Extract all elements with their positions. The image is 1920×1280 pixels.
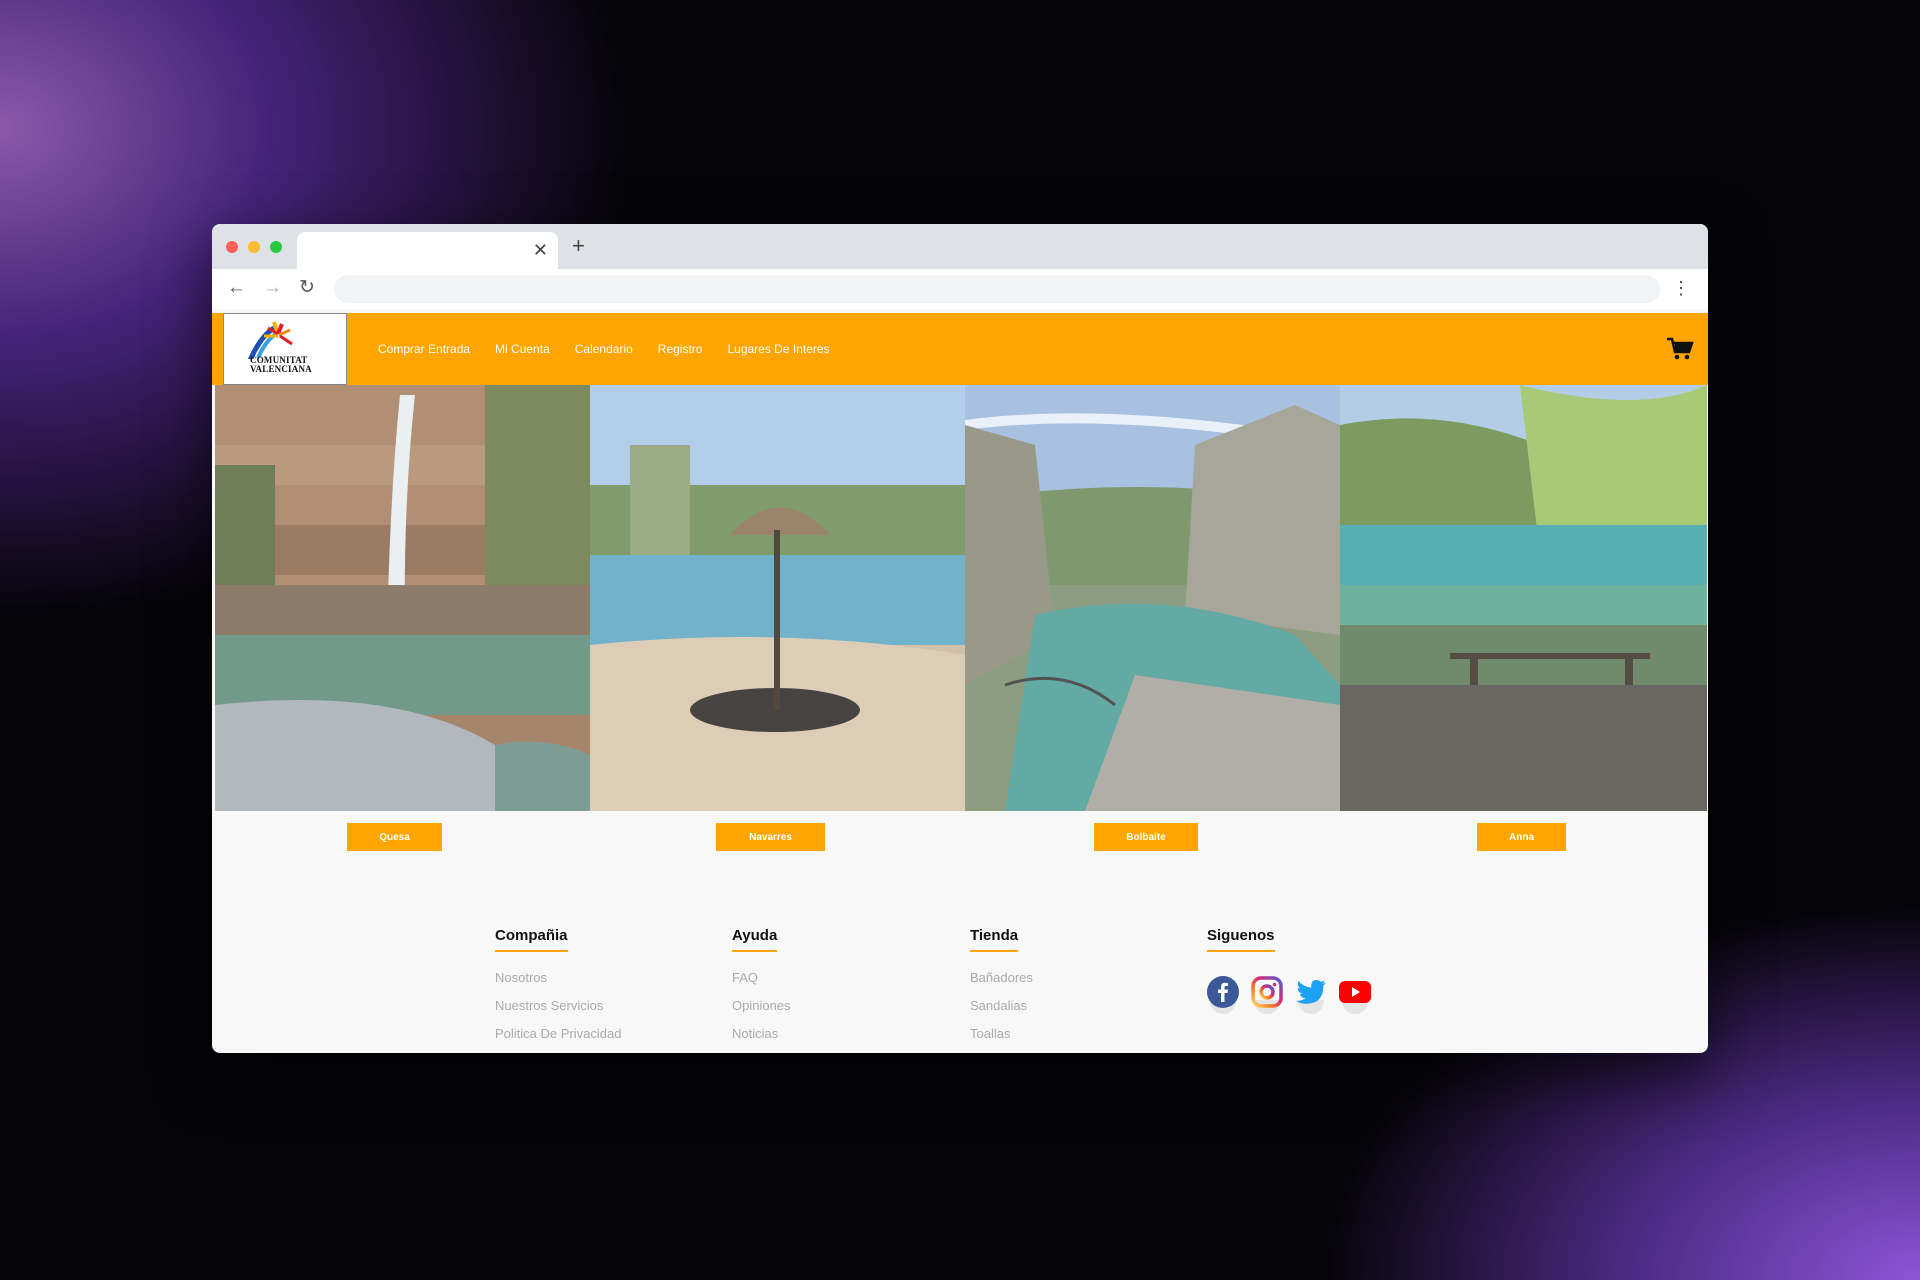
browser-toolbar: ← → ↻ ⋮: [212, 269, 1708, 309]
nav-comprar-entrada[interactable]: Comprar Entrada: [378, 342, 470, 356]
logo[interactable]: COMUNITAT VALENCIANA: [223, 313, 347, 385]
footer-link-banadores[interactable]: Bañadores: [970, 970, 1170, 987]
minimize-window-button[interactable]: [248, 241, 260, 253]
browser-menu-button[interactable]: ⋮: [1672, 276, 1690, 300]
logo-text: COMUNITAT VALENCIANA: [250, 356, 312, 374]
footer-link-opiniones[interactable]: Opiniones: [732, 998, 932, 1015]
instagram-icon[interactable]: [1251, 976, 1283, 1022]
browser-tab[interactable]: ✕: [297, 232, 558, 269]
photo-navarres-beach[interactable]: [590, 385, 965, 811]
footer-company: Compañia Nosotros Nuestros Servicios Pol…: [495, 927, 695, 1053]
facebook-icon[interactable]: [1207, 976, 1239, 1022]
nav-mi-cuenta[interactable]: Mi Cuenta: [495, 342, 550, 356]
forward-button[interactable]: →: [263, 277, 282, 299]
destination-button-navarres[interactable]: Navarres: [716, 823, 825, 851]
logo-line-2: VALENCIANA: [250, 364, 312, 374]
footer-help-title: Ayuda: [732, 927, 778, 952]
footer-link-sandalias[interactable]: Sandalias: [970, 998, 1170, 1015]
maximize-window-button[interactable]: [270, 241, 282, 253]
youtube-icon[interactable]: [1339, 976, 1371, 1022]
social-icons: [1207, 976, 1371, 1022]
address-bar[interactable]: [334, 275, 1660, 303]
footer-social: Siguenos: [1207, 927, 1407, 952]
logo-mark: [247, 321, 293, 359]
footer-link-noticias[interactable]: Noticias: [732, 1026, 932, 1043]
footer-link-nosotros[interactable]: Nosotros: [495, 970, 695, 987]
footer-link-toallas[interactable]: Toallas: [970, 1026, 1170, 1043]
reload-button[interactable]: ↻: [299, 277, 315, 299]
photo-anna-lake[interactable]: [1340, 385, 1707, 811]
cart-icon[interactable]: [1666, 337, 1694, 366]
nav-registro[interactable]: Registro: [658, 342, 703, 356]
footer-link-faq[interactable]: FAQ: [732, 970, 932, 987]
close-window-button[interactable]: [226, 241, 238, 253]
footer-shop-title: Tienda: [970, 927, 1019, 952]
photo-quesa-waterfall[interactable]: [215, 385, 590, 811]
site-header: COMUNITAT VALENCIANA Comprar Entrada Mi …: [212, 313, 1708, 385]
main-nav: Comprar Entrada Mi Cuenta Calendario Reg…: [378, 313, 855, 385]
destination-button-bolbaite[interactable]: Bolbaite: [1094, 823, 1198, 851]
close-tab-icon[interactable]: ✕: [533, 240, 548, 260]
destination-button-anna[interactable]: Anna: [1477, 823, 1566, 851]
footer-link-privacidad[interactable]: Politica De Privacidad: [495, 1026, 695, 1043]
footer-shop: Tienda Bañadores Sandalias Toallas: [970, 927, 1170, 1053]
back-button[interactable]: ←: [227, 277, 246, 299]
footer-company-title: Compañia: [495, 927, 568, 952]
browser-window: ✕ + ← → ↻ ⋮ COMUNITAT VALENCIANA Comprar…: [212, 224, 1708, 1053]
twitter-icon[interactable]: [1295, 976, 1327, 1022]
destination-gallery: [215, 385, 1707, 811]
nav-calendario[interactable]: Calendario: [575, 342, 633, 356]
footer-link-servicios[interactable]: Nuestros Servicios: [495, 998, 695, 1015]
new-tab-button[interactable]: +: [572, 234, 585, 258]
nav-lugares-de-interes[interactable]: Lugares De Interes: [727, 342, 829, 356]
footer-social-title: Siguenos: [1207, 927, 1275, 952]
tab-bar: ✕ +: [212, 224, 1708, 269]
destination-button-quesa[interactable]: Quesa: [347, 823, 442, 851]
footer-help: Ayuda FAQ Opiniones Noticias: [732, 927, 932, 1053]
photo-bolbaite-river[interactable]: [965, 385, 1340, 811]
